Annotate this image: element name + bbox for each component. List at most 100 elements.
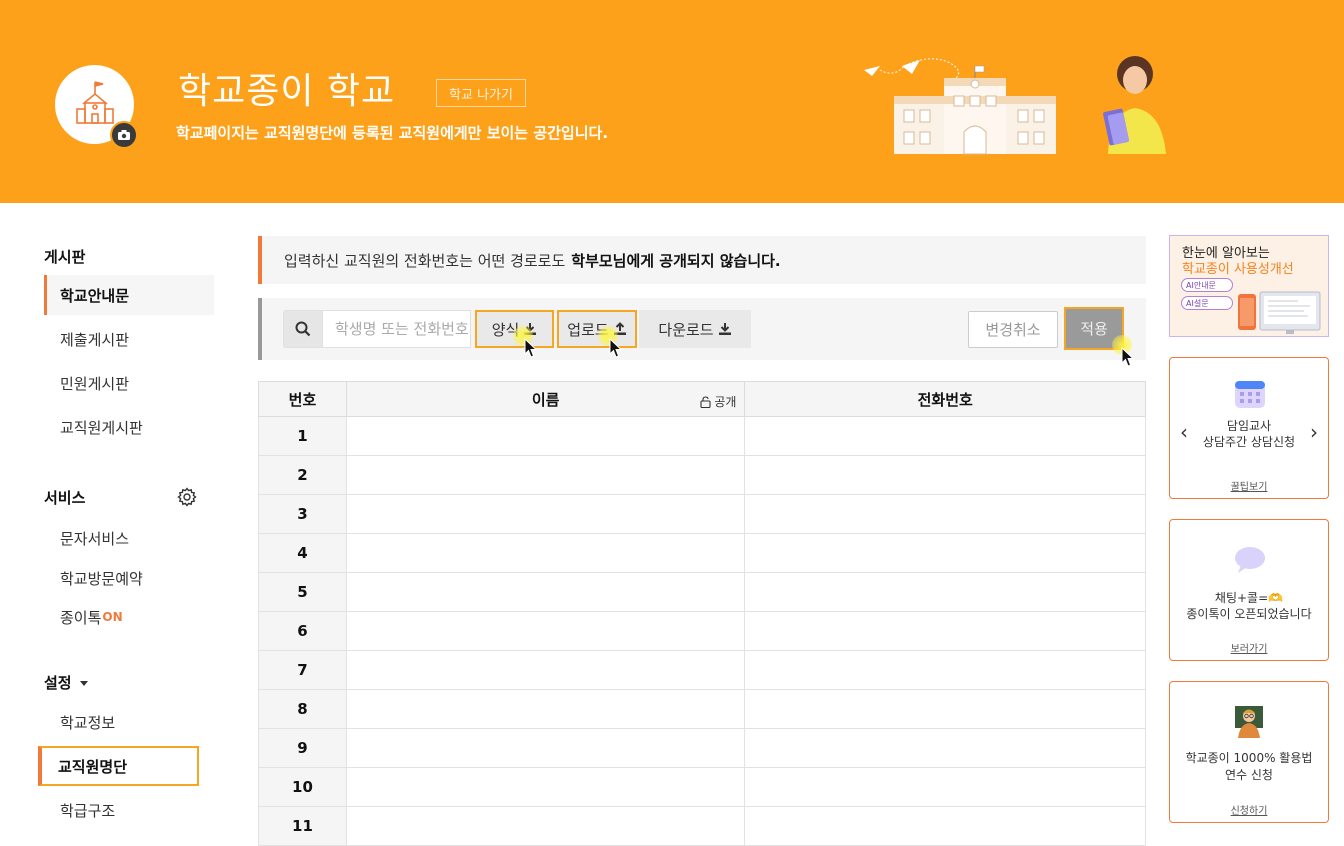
table-row: 2 [258, 455, 1146, 495]
public-toggle[interactable]: 공개 [700, 393, 736, 410]
caret-down-icon [79, 681, 88, 686]
board-heading: 게시판 [44, 248, 86, 266]
name-cell[interactable] [345, 611, 746, 651]
settings-heading[interactable]: 설정 [44, 672, 88, 693]
tips-link[interactable]: 꿀팁보기 [1170, 478, 1328, 493]
table-row: 3 [258, 494, 1146, 534]
exit-school-button[interactable]: 학교 나가기 [436, 79, 526, 107]
camera-icon[interactable] [110, 121, 138, 149]
sidebar-item-class-structure[interactable]: 학급구조 [44, 790, 214, 830]
row-number: 8 [258, 689, 347, 729]
gear-icon[interactable] [177, 487, 197, 507]
ai-notice-chip: AI안내문 [1181, 278, 1233, 292]
sidebar-item-sms-service[interactable]: 문자서비스 [44, 518, 214, 558]
cancel-changes-button[interactable]: 변경취소 [968, 311, 1058, 348]
school-name: 학교종이 학교 [178, 71, 396, 112]
phone-cell[interactable] [744, 533, 1146, 573]
name-cell[interactable] [345, 728, 746, 768]
on-badge: ON [102, 610, 123, 624]
name-cell[interactable] [345, 650, 746, 690]
ai-survey-chip: AI설문 [1181, 296, 1233, 310]
card-line1: 학교종이 1000% 활용법 [1185, 751, 1313, 765]
staff-table: 번호 이름 공개 전화번호 1 2 3 4 5 6 7 8 9 10 11 [258, 381, 1146, 846]
privacy-notice: 입력하신 교직원의 전화번호는 어떤 경로로도 학부모님에게 공개되지 않습니다… [258, 236, 1146, 284]
row-number: 6 [258, 611, 347, 651]
card-line2: 연수 신청 [1225, 768, 1273, 782]
table-row: 5 [258, 572, 1146, 612]
sidebar-item-submission-board[interactable]: 제출게시판 [44, 319, 214, 359]
phone-cell[interactable] [744, 767, 1146, 807]
card-line1: 담임교사 [1226, 419, 1272, 433]
download-button-label: 다운로드 [658, 320, 714, 339]
phone-cell[interactable] [744, 728, 1146, 768]
sidebar-item-label: 종이톡 [60, 608, 102, 627]
phone-cell[interactable] [744, 455, 1146, 495]
table-row: 4 [258, 533, 1146, 573]
sidebar-item-complaint-board[interactable]: 민원게시판 [44, 363, 214, 403]
consultation-card[interactable]: ‹ › 담임교사 상담주간 상담신청 꿀팁보기 [1169, 357, 1329, 499]
phone-cell[interactable] [744, 494, 1146, 534]
table-row: 1 [258, 416, 1146, 456]
training-card[interactable]: 학교종이 1000% 활용법 연수 신청 신청하기 [1169, 681, 1329, 823]
notice-text: 입력하신 교직원의 전화번호는 어떤 경로로도 [284, 251, 566, 270]
row-number: 1 [258, 416, 347, 456]
row-number: 9 [258, 728, 347, 768]
service-heading: 서비스 [44, 489, 86, 507]
search-input[interactable] [322, 310, 471, 348]
teacher-icon [1235, 706, 1263, 738]
phone-cell[interactable] [744, 650, 1146, 690]
name-cell[interactable] [345, 806, 746, 846]
name-cell[interactable] [345, 767, 746, 807]
name-cell[interactable] [345, 455, 746, 495]
name-cell[interactable] [345, 572, 746, 612]
table-row: 6 [258, 611, 1146, 651]
phone-cell[interactable] [744, 416, 1146, 456]
sidebar-item-jongitalk[interactable]: 종이톡 ON [44, 597, 214, 637]
table-row: 9 [258, 728, 1146, 768]
sidebar-item-staff-list[interactable]: 교직원명단 [38, 746, 199, 786]
column-header-name: 이름 공개 [345, 381, 746, 417]
school-header: 학교종이 학교 학교 나가기 학교페이지는 교직원명단에 등록된 교직원에게만 … [0, 0, 1344, 203]
column-header-number: 번호 [258, 381, 347, 417]
banner-line2: 학교종이 사용성개선 [1182, 262, 1294, 277]
row-number: 5 [258, 572, 347, 612]
phone-cell[interactable] [744, 806, 1146, 846]
jongitalk-card[interactable]: 채팅+콜=🫶 종이톡이 오픈되었습니다 보러가기 [1169, 519, 1329, 661]
name-cell[interactable] [345, 416, 746, 456]
download-button[interactable]: 다운로드 [639, 310, 751, 348]
name-cell[interactable] [345, 689, 746, 729]
name-cell[interactable] [345, 494, 746, 534]
sidebar-item-school-info[interactable]: 학교정보 [44, 702, 214, 742]
settings-heading-label: 설정 [44, 674, 72, 692]
row-number: 11 [258, 806, 347, 846]
upload-button[interactable]: 업로드 [557, 310, 637, 348]
usability-banner[interactable]: 한눈에 알아보는 학교종이 사용성개선 AI안내문 AI설문 [1169, 235, 1329, 337]
school-illustration [864, 56, 1166, 155]
card-line2: 상담주간 상담신청 [1202, 435, 1296, 449]
sidebar-item-visit-reservation[interactable]: 학교방문예약 [44, 558, 214, 598]
apply-link[interactable]: 신청하기 [1170, 802, 1328, 817]
monitor-phone-illustration [1238, 291, 1321, 334]
sidebar-item-staff-board[interactable]: 교직원게시판 [44, 407, 214, 447]
table-row: 7 [258, 650, 1146, 690]
notice-bold-text: 학부모님에게 공개되지 않습니다. [571, 251, 781, 270]
chat-bubble-icon [1235, 547, 1265, 573]
card-line1: 채팅+콜=🫶 [1214, 591, 1284, 605]
row-number: 10 [258, 767, 347, 807]
cursor-icon [609, 338, 622, 358]
cursor-icon [524, 338, 537, 358]
view-link[interactable]: 보러가기 [1170, 640, 1328, 655]
name-cell[interactable] [345, 533, 746, 573]
table-row: 11 [258, 806, 1146, 846]
column-header-phone: 전화번호 [744, 381, 1146, 417]
row-number: 7 [258, 650, 347, 690]
sidebar-item-school-notice[interactable]: 학교안내문 [44, 275, 214, 315]
phone-cell[interactable] [744, 689, 1146, 729]
row-number: 3 [258, 494, 347, 534]
search-icon [295, 321, 311, 337]
search-button[interactable] [283, 310, 323, 348]
unlock-icon [700, 395, 711, 408]
phone-cell[interactable] [744, 572, 1146, 612]
phone-cell[interactable] [744, 611, 1146, 651]
table-header-row: 번호 이름 공개 전화번호 [258, 381, 1146, 417]
